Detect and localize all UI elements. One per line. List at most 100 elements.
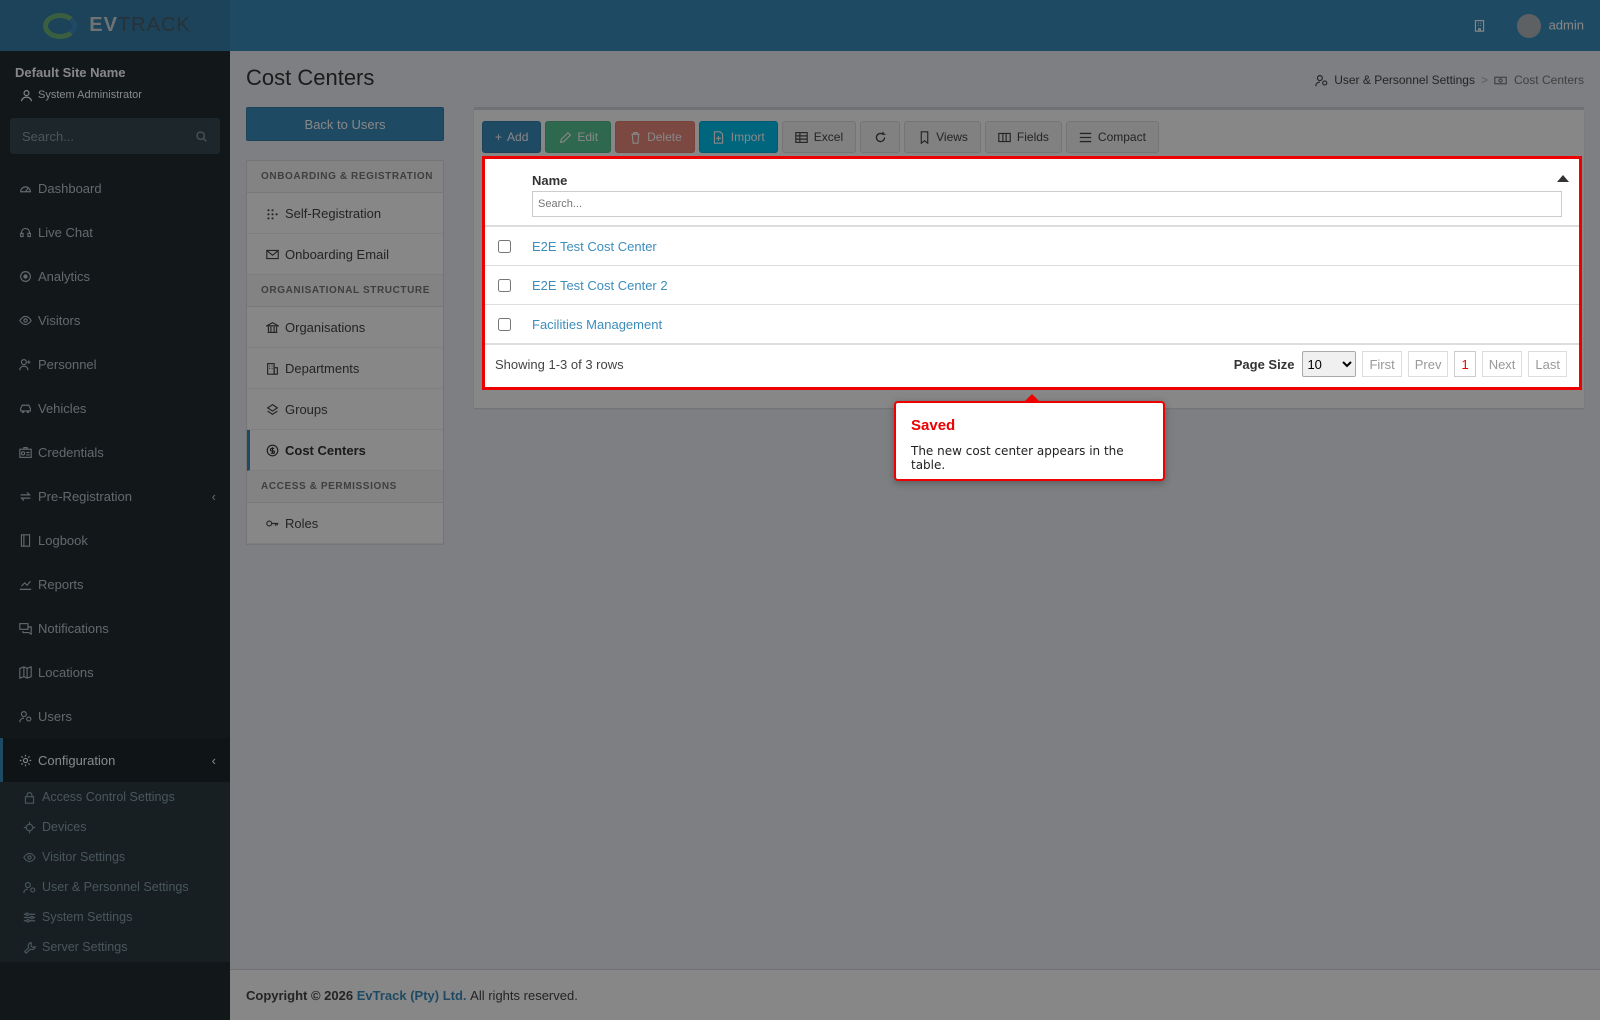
sort-asc-icon[interactable] [1557,175,1569,182]
popover-text: The new cost center appears in the table… [911,444,1124,472]
sidebar-item-visitors[interactable]: Visitors [0,298,230,342]
gear-icon [18,753,32,767]
breadcrumb: User & Personnel Settings > Cost Centers [1314,73,1584,87]
nav-item-groups[interactable]: Groups [247,389,443,430]
row-link[interactable]: E2E Test Cost Center 2 [532,278,668,293]
views-button[interactable]: Views [904,121,981,153]
sidebar-search[interactable] [10,118,220,154]
nav-item-organisations[interactable]: Organisations [247,307,443,348]
building-icon[interactable] [1473,19,1487,33]
chart-icon [18,577,32,591]
first-page-button[interactable]: First [1362,351,1402,377]
name-filter-input[interactable] [532,191,1562,217]
excel-button[interactable]: Excel [781,121,857,153]
row-count: Showing 1-3 of 3 rows [495,357,624,372]
tour-popover: Saved The new cost center appears in the… [894,394,1165,481]
users-icon [1314,73,1328,87]
sidebar-item-live-chat[interactable]: Live Chat [0,210,230,254]
sidebar-item-notifications[interactable]: Notifications [0,606,230,650]
refresh-button[interactable] [860,121,901,153]
sidebar-item-credentials[interactable]: Credentials [0,430,230,474]
user-icon [19,88,33,102]
sidebar-item-dashboard[interactable]: Dashboard [0,166,230,210]
book-icon [18,533,32,547]
row-link[interactable]: Facilities Management [532,317,662,332]
footer: Copyright © 2026 EvTrack (Pty) Ltd. All … [230,969,1600,1020]
page-title: Cost Centers [246,65,375,90]
coin-icon [265,443,279,457]
sidebar-item-locations[interactable]: Locations [0,650,230,694]
back-to-users-button[interactable]: Back to Users [246,107,444,141]
column-header-name[interactable]: Name [532,173,567,188]
sidebar-subitem-system-settings[interactable]: System Settings [0,902,230,932]
row-checkbox[interactable] [498,317,511,331]
page-size-select[interactable]: 10 [1302,351,1357,377]
table-footer: Showing 1-3 of 3 rows Page Size 10 First… [485,344,1579,384]
logo-text-bold: EV [89,14,118,36]
nav-section-heading: ACCESS & PERMISSIONS [247,471,443,503]
next-page-button[interactable]: Next [1481,351,1523,377]
sidebar-item-personnel[interactable]: Personnel [0,342,230,386]
search-icon[interactable] [194,129,208,143]
breadcrumb-link[interactable]: User & Personnel Settings [1334,73,1475,87]
columns-icon [998,130,1012,144]
sidebar-subitem-visitor-settings[interactable]: Visitor Settings [0,842,230,872]
target-icon [18,269,32,283]
configuration-submenu: Access Control Settings Devices Visitor … [0,782,230,962]
compact-button[interactable]: Compact [1065,121,1159,153]
eye-icon [18,313,32,327]
site-name: Default Site Name [15,65,126,80]
nav-item-departments[interactable]: Departments [247,348,443,389]
logo[interactable]: EVTRACK [39,11,190,41]
add-button[interactable]: + Add [482,121,542,153]
nav-item-self-registration[interactable]: Self-Registration [247,193,443,234]
nav-item-roles[interactable]: Roles [247,503,443,544]
sidebar-item-reports[interactable]: Reports [0,562,230,606]
user-menu[interactable]: admin [1516,13,1584,38]
sidebar-subitem-devices[interactable]: Devices [0,812,230,842]
import-button[interactable]: Import [698,121,778,153]
table-row: E2E Test Cost Center 2 [485,266,1579,305]
wrench-icon [22,940,36,954]
nav-item-cost-centers[interactable]: Cost Centers [247,430,443,471]
sidebar-item-vehicles[interactable]: Vehicles [0,386,230,430]
sliders-icon [22,910,36,924]
settings-nav: ONBOARDING & REGISTRATION Self-Registrat… [246,160,444,545]
logo-text-light: TRACK [117,14,191,36]
row-checkbox[interactable] [498,239,511,253]
sidebar-subitem-server-settings[interactable]: Server Settings [0,932,230,962]
building-icon [265,361,279,375]
delete-button[interactable]: Delete [615,121,695,153]
lock-icon [22,790,36,804]
popover-title: Saved [911,417,956,434]
sidebar-item-configuration[interactable]: Configuration ‹ [0,738,230,782]
last-page-button[interactable]: Last [1528,351,1567,377]
sidebar-search-input[interactable] [22,128,172,144]
footer-company-link[interactable]: EvTrack (Pty) Ltd. [357,988,467,1003]
fields-button[interactable]: Fields [984,121,1062,153]
nav-item-onboarding-email[interactable]: Onboarding Email [247,234,443,275]
logo-bar[interactable]: EVTRACK [0,0,230,51]
arrows-icon [18,489,32,503]
table-icon [795,130,809,144]
sidebar-item-logbook[interactable]: Logbook [0,518,230,562]
logo-mark-icon [39,11,83,41]
sidebar-item-pre-registration[interactable]: Pre-Registration ‹ [0,474,230,518]
row-link[interactable]: E2E Test Cost Center [532,239,657,254]
sidebar-subitem-access-control-settings[interactable]: Access Control Settings [0,782,230,812]
user-panel: Default Site Name System Administrator [0,51,230,112]
current-page[interactable]: 1 [1454,351,1476,377]
page-size-label: Page Size [1233,356,1295,372]
sidebar-subitem-user-personnel-settings[interactable]: User & Personnel Settings [0,872,230,902]
prev-page-button[interactable]: Prev [1407,351,1449,377]
breadcrumb-current: Cost Centers [1513,73,1584,87]
edit-button[interactable]: Edit [545,121,612,153]
id-card-icon [18,445,32,459]
headset-icon [18,225,32,239]
sidebar-item-analytics[interactable]: Analytics [0,254,230,298]
toolbar: + Add Edit Delete Import Excel Views Fiel… [482,121,1159,153]
sidebar-item-users[interactable]: Users [0,694,230,738]
users-icon [22,880,36,894]
username: admin [1548,16,1584,32]
row-checkbox[interactable] [498,278,511,292]
